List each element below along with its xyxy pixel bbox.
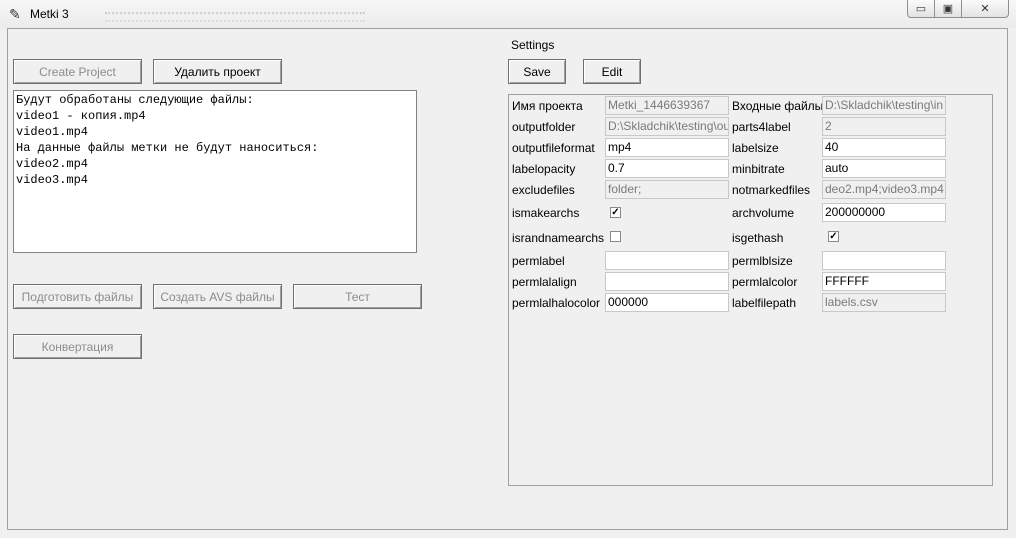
outputfileformat-field[interactable]: mp4 xyxy=(605,138,729,157)
permlalalign-field[interactable] xyxy=(605,272,729,291)
settings-label: Settings xyxy=(511,38,555,52)
labelopacity-field[interactable]: 0.7 xyxy=(605,159,729,178)
archvolume-field[interactable]: 200000000 xyxy=(822,203,946,222)
permlalhalocolor-label: permlalhalocolor xyxy=(512,296,601,310)
input-files-field[interactable]: D:\Skladchik\testing\in xyxy=(822,96,946,115)
close-button[interactable]: ✕ xyxy=(961,0,1009,18)
project-name-label: Имя проекта xyxy=(512,99,583,113)
isgethash-checkbox[interactable]: ✓ xyxy=(828,231,839,242)
convert-button[interactable]: Конвертация xyxy=(13,334,142,359)
blurred-title-text xyxy=(105,12,365,22)
permlalalign-label: permlalalign xyxy=(512,275,577,289)
ismakearchs-label: ismakearchs xyxy=(512,206,580,220)
save-button[interactable]: Save xyxy=(508,59,566,84)
ismakearchs-checkbox[interactable]: ✓ xyxy=(610,207,621,218)
permlblsize-field[interactable] xyxy=(822,251,946,270)
permlalcolor-label: permlalcolor xyxy=(732,275,798,289)
input-files-label: Входные файлы xyxy=(732,99,824,113)
excludefiles-field[interactable]: folder; xyxy=(605,180,729,199)
notmarkedfiles-field[interactable]: deo2.mp4;video3.mp4 xyxy=(822,180,946,199)
israndnamearchs-checkbox[interactable] xyxy=(610,231,621,242)
outputfolder-field[interactable]: D:\Skladchik\testing\ou xyxy=(605,117,729,136)
create-avs-button[interactable]: Создать AVS файлы xyxy=(153,284,282,309)
permlalhalocolor-field[interactable]: 000000 xyxy=(605,293,729,312)
create-project-button[interactable]: Create Project xyxy=(13,59,142,84)
minbitrate-field[interactable]: auto xyxy=(822,159,946,178)
permlalcolor-field[interactable]: FFFFFF xyxy=(822,272,946,291)
outputfolder-label: outputfolder xyxy=(512,120,576,134)
feather-icon: ✎ xyxy=(9,6,21,22)
notmarkedfiles-label: notmarkedfiles xyxy=(732,183,811,197)
window-title: Metki 3 xyxy=(30,7,69,21)
archvolume-label: archvolume xyxy=(732,206,795,220)
minimize-button[interactable]: ▭ xyxy=(907,0,935,18)
title-bar: ✎ Metki 3 ▭ ▣ ✕ xyxy=(0,0,1016,28)
test-button[interactable]: Тест xyxy=(293,284,422,309)
prepare-files-button[interactable]: Подготовить файлы xyxy=(13,284,142,309)
permlabel-field[interactable] xyxy=(605,251,729,270)
labelsize-field[interactable]: 40 xyxy=(822,138,946,157)
maximize-button[interactable]: ▣ xyxy=(934,0,962,18)
isgethash-label: isgethash xyxy=(732,231,784,245)
labelfilepath-field[interactable]: labels.csv xyxy=(822,293,946,312)
labelsize-label: labelsize xyxy=(732,141,779,155)
excludefiles-label: excludefiles xyxy=(512,183,575,197)
log-textbox[interactable]: Будут обработаны следующие файлы: video1… xyxy=(13,90,417,253)
labelfilepath-label: labelfilepath xyxy=(732,296,797,310)
permlabel-label: permlabel xyxy=(512,254,565,268)
parts4label-label: parts4label xyxy=(732,120,791,134)
delete-project-button[interactable]: Удалить проект xyxy=(153,59,282,84)
permlblsize-label: permlblsize xyxy=(732,254,793,268)
minbitrate-label: minbitrate xyxy=(732,162,785,176)
project-name-field[interactable]: Metki_1446639367 xyxy=(605,96,729,115)
labelopacity-label: labelopacity xyxy=(512,162,576,176)
parts4label-field[interactable]: 2 xyxy=(822,117,946,136)
edit-button[interactable]: Edit xyxy=(583,59,641,84)
israndnamearchs-label: israndnamearchs xyxy=(512,231,605,245)
outputfileformat-label: outputfileformat xyxy=(512,141,595,155)
